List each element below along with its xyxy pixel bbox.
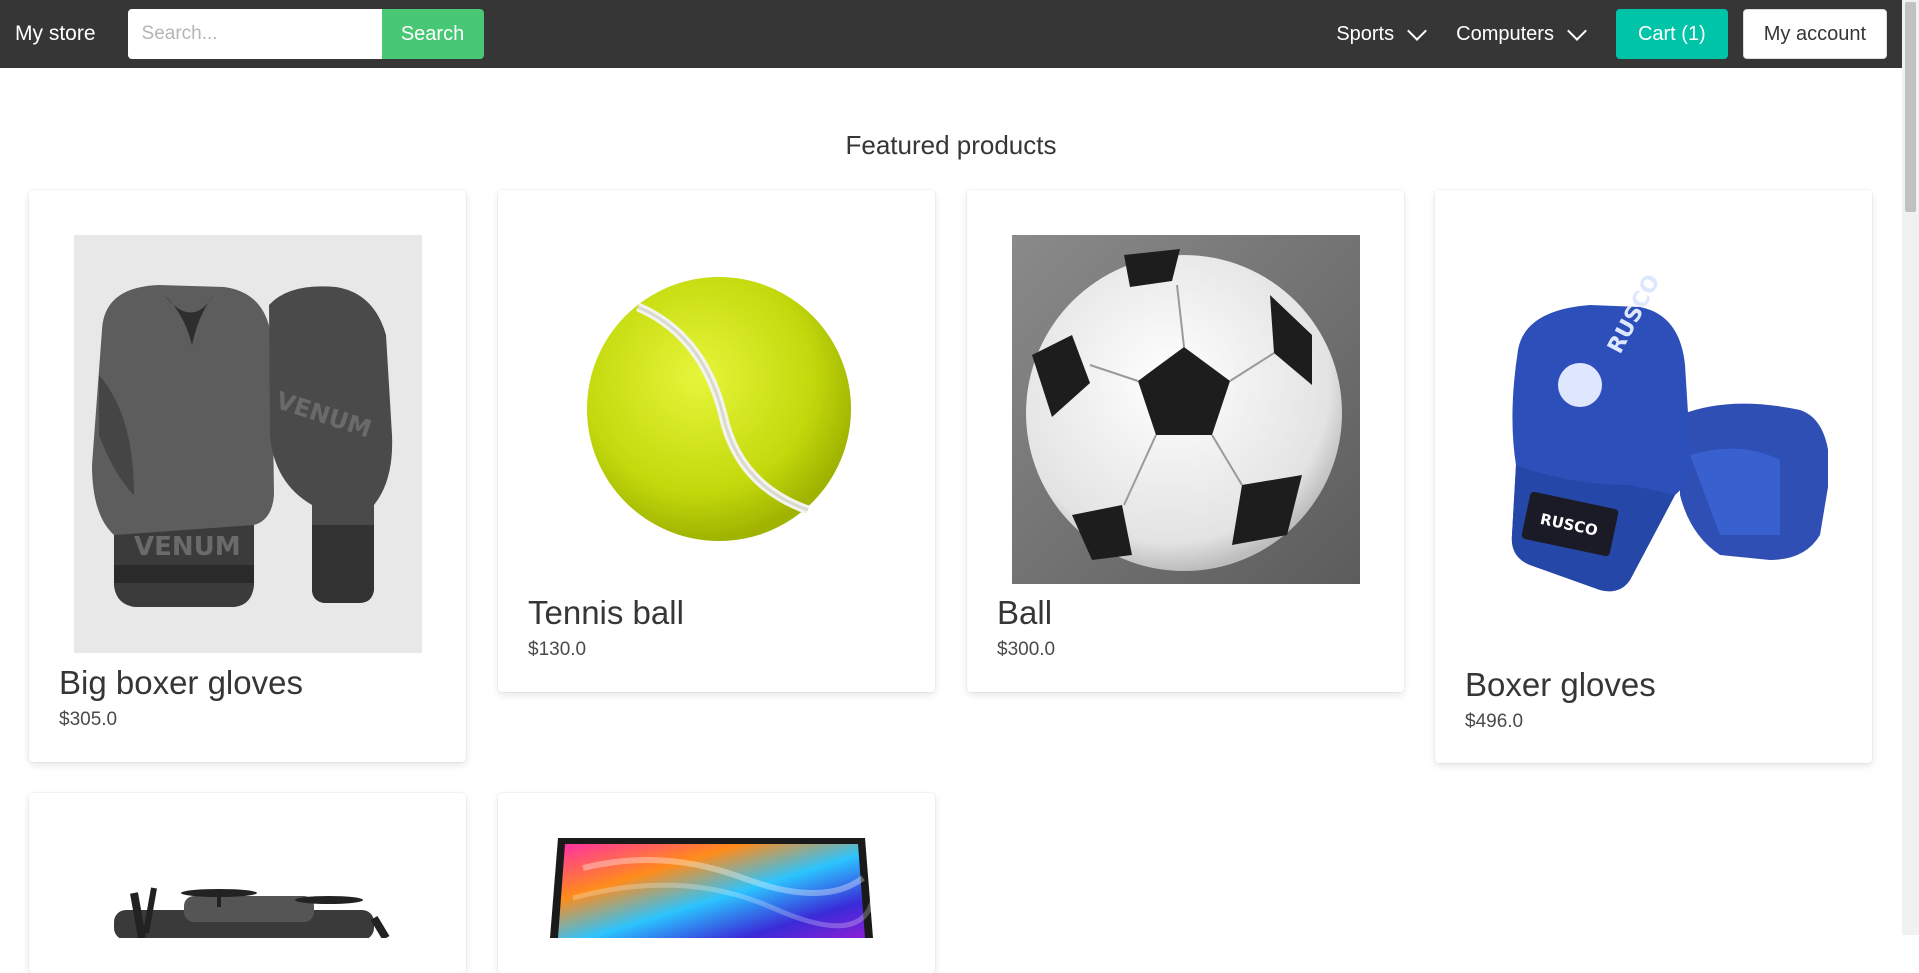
search-button[interactable]: Search [381, 9, 484, 59]
product-card[interactable]: VENUM VENUM Big boxer gloves $305.0 [29, 190, 466, 762]
search-form: Search [127, 9, 484, 59]
page-scrollbar[interactable] [1902, 0, 1919, 935]
product-image-laptop[interactable] [543, 838, 891, 938]
product-price: $305.0 [59, 709, 118, 730]
product-price: $496.0 [1465, 711, 1524, 732]
product-name[interactable]: Tennis ball [528, 594, 684, 632]
product-price: $300.0 [997, 639, 1056, 660]
product-name[interactable]: Big boxer gloves [59, 664, 303, 702]
chevron-down-icon [1567, 20, 1587, 41]
product-image-tennis-ball[interactable] [543, 235, 891, 583]
svg-text:VENUM: VENUM [134, 532, 241, 562]
sports-dropdown[interactable]: Sports [1336, 20, 1428, 46]
product-card[interactable]: Tennis ball $130.0 [498, 190, 935, 692]
computers-dropdown[interactable]: Computers [1456, 20, 1587, 46]
computers-dropdown-label: Computers [1456, 22, 1554, 45]
brand-logo-link[interactable]: My store [15, 22, 96, 46]
product-image-soccer-ball[interactable] [1012, 235, 1360, 584]
featured-products-heading: Featured products [845, 130, 1057, 160]
product-image-blue-boxing-gloves[interactable]: RUSCO RUSCO [1480, 235, 1828, 653]
product-name[interactable]: Ball [997, 594, 1052, 632]
cart-button[interactable]: Cart (1) [1615, 9, 1728, 59]
product-card[interactable]: RUSCO RUSCO Boxer gloves $496.0 [1435, 190, 1872, 763]
product-card[interactable] [498, 793, 935, 973]
product-image-drone[interactable] [74, 838, 422, 938]
product-image-black-grey-boxing-gloves[interactable]: VENUM VENUM [74, 235, 422, 653]
top-navbar: My store Search Sports Computers Cart (1… [0, 0, 1902, 68]
search-input[interactable] [127, 9, 382, 59]
product-name[interactable]: Boxer gloves [1465, 666, 1656, 704]
sports-dropdown-label: Sports [1336, 22, 1395, 45]
my-account-button[interactable]: My account [1742, 9, 1887, 59]
product-price: $130.0 [528, 639, 587, 660]
scrollbar-thumb[interactable] [1905, 2, 1916, 212]
navbar-right: Sports Computers Cart (1) My account [1336, 0, 1902, 68]
product-card[interactable] [29, 793, 466, 973]
product-card[interactable]: Ball $300.0 [967, 190, 1404, 692]
chevron-down-icon [1407, 20, 1428, 41]
